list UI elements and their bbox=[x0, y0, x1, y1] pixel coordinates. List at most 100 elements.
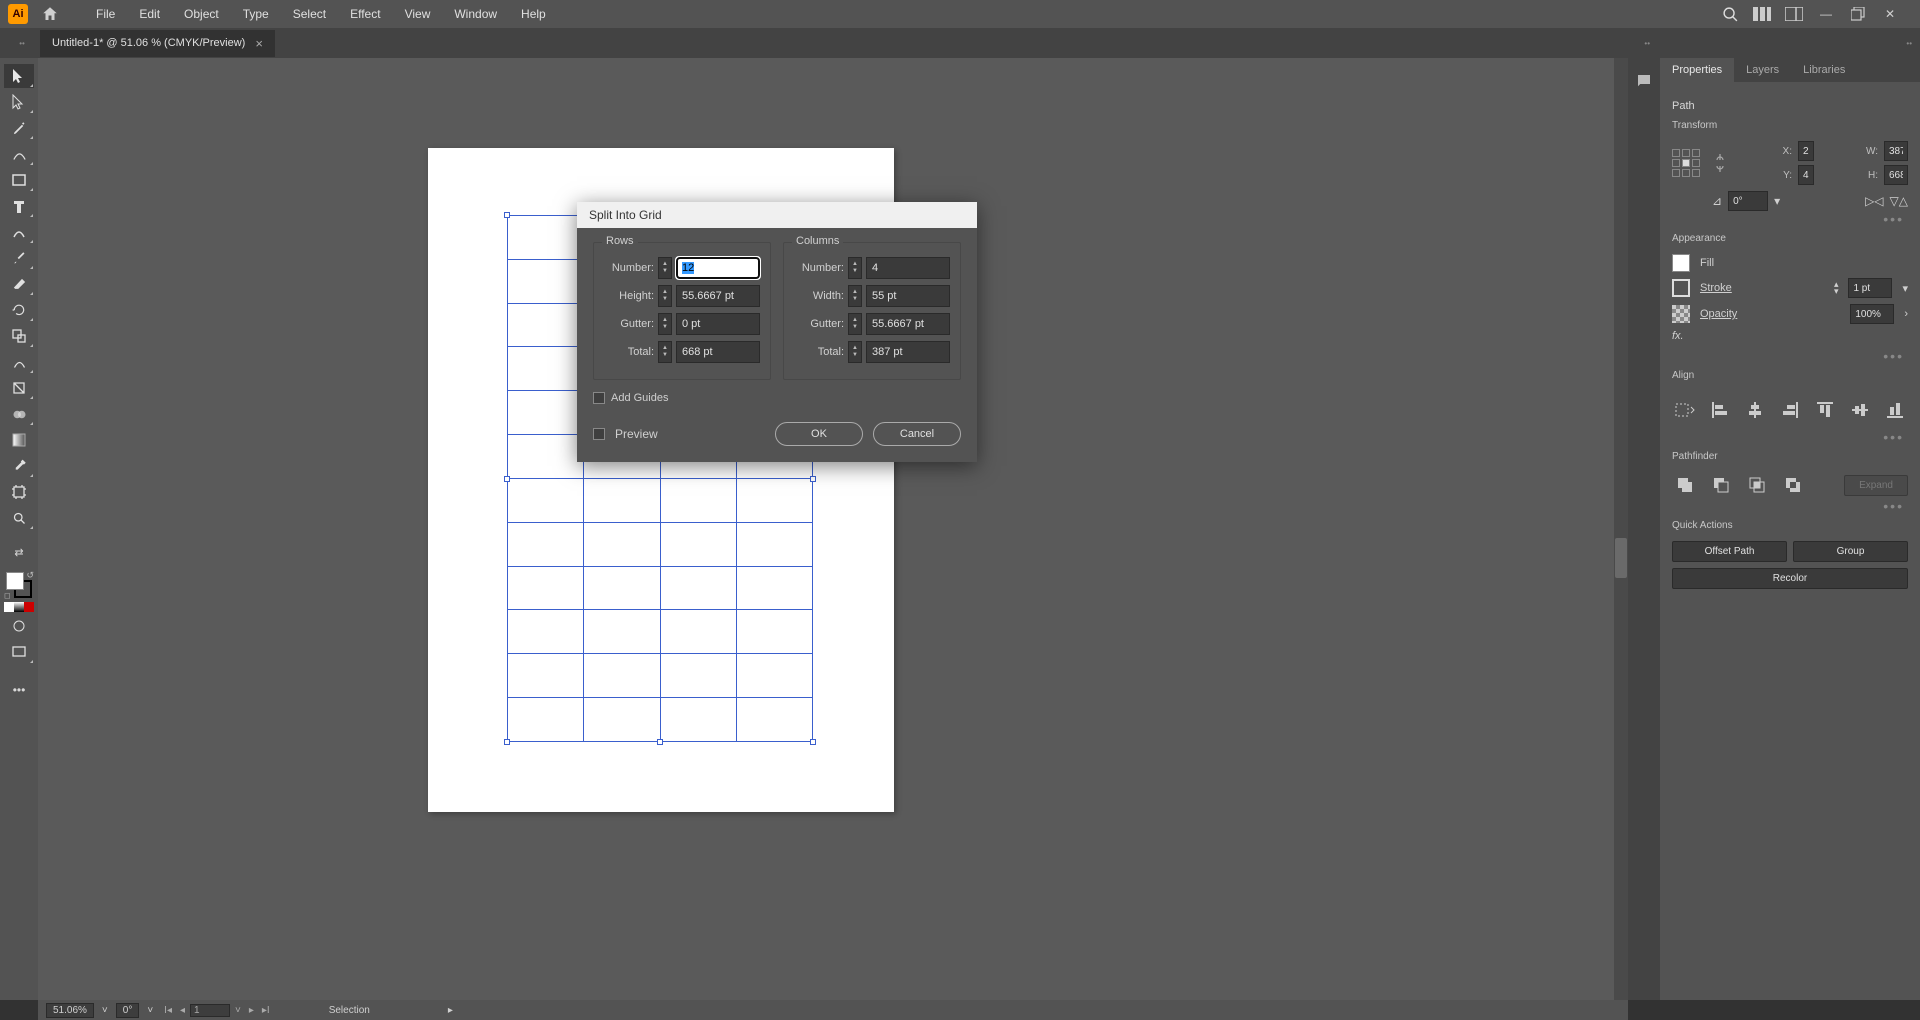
stroke-stepper[interactable]: ▴▾ bbox=[1834, 281, 1839, 295]
cols-number-input[interactable] bbox=[866, 257, 950, 279]
document-tab[interactable]: Untitled-1* @ 51.06 % (CMYK/Preview) × bbox=[40, 30, 275, 57]
rows-height-input[interactable] bbox=[676, 285, 760, 307]
tab-properties[interactable]: Properties bbox=[1660, 58, 1734, 82]
stroke-input[interactable] bbox=[1848, 278, 1892, 298]
offset-path-button[interactable]: Offset Path bbox=[1672, 541, 1787, 562]
eyedropper-tool[interactable] bbox=[4, 454, 34, 478]
rows-gutter-input[interactable] bbox=[676, 313, 760, 335]
menu-object[interactable]: Object bbox=[174, 3, 229, 25]
artboard-nav[interactable]: I◂◂1˅▸▸I bbox=[161, 1004, 273, 1017]
canvas[interactable] bbox=[38, 58, 1628, 1000]
w-input[interactable] bbox=[1884, 141, 1908, 161]
opacity-swatch[interactable] bbox=[1672, 305, 1690, 323]
type-tool[interactable] bbox=[4, 194, 34, 218]
cols-total-input[interactable] bbox=[866, 341, 950, 363]
arrange-icon[interactable] bbox=[1752, 4, 1772, 24]
menu-view[interactable]: View bbox=[395, 3, 441, 25]
workspace-icon[interactable] bbox=[1784, 4, 1804, 24]
opacity-more[interactable]: › bbox=[1904, 308, 1908, 320]
group-button[interactable]: Group bbox=[1793, 541, 1908, 562]
cancel-button[interactable]: Cancel bbox=[873, 422, 961, 446]
rows-gutter-stepper[interactable]: ▲▼ bbox=[658, 313, 672, 335]
pen-tool[interactable] bbox=[4, 116, 34, 140]
fill-stroke-control[interactable]: ↺ ◻ bbox=[4, 570, 34, 600]
align-more[interactable]: ••• bbox=[1672, 429, 1908, 445]
fx-button[interactable]: fx. bbox=[1672, 330, 1684, 342]
flip-v-icon[interactable]: ▽△ bbox=[1890, 194, 1908, 208]
transform-more[interactable]: ••• bbox=[1672, 211, 1908, 227]
rows-height-stepper[interactable]: ▲▼ bbox=[658, 285, 672, 307]
rotate-dropdown[interactable]: ˅ bbox=[147, 1005, 153, 1016]
zoom-tool[interactable] bbox=[4, 506, 34, 530]
menu-window[interactable]: Window bbox=[444, 3, 507, 25]
fill-swatch[interactable] bbox=[1672, 254, 1690, 272]
align-right-icon[interactable] bbox=[1777, 397, 1802, 423]
menu-effect[interactable]: Effect bbox=[340, 3, 390, 25]
curvature-tool[interactable] bbox=[4, 142, 34, 166]
stroke-swatch[interactable] bbox=[1672, 279, 1690, 297]
y-input[interactable] bbox=[1798, 165, 1814, 185]
align-top-icon[interactable] bbox=[1813, 397, 1838, 423]
align-to-dropdown[interactable] bbox=[1672, 397, 1697, 423]
selection-tool[interactable] bbox=[4, 64, 34, 88]
align-left-icon[interactable] bbox=[1707, 397, 1732, 423]
align-hcenter-icon[interactable] bbox=[1742, 397, 1767, 423]
minimize-icon[interactable]: — bbox=[1816, 4, 1836, 24]
mode-swap[interactable]: ⇄ bbox=[4, 540, 34, 564]
zoom-dropdown[interactable]: ˅ bbox=[102, 1005, 108, 1016]
restore-icon[interactable] bbox=[1848, 4, 1868, 24]
reference-point[interactable] bbox=[1672, 149, 1700, 177]
color-mode-strip[interactable] bbox=[4, 602, 34, 612]
rows-number-stepper[interactable]: ▲▼ bbox=[658, 257, 672, 279]
link-wh-icon[interactable] bbox=[1712, 152, 1728, 174]
zoom-field[interactable]: 51.06% bbox=[46, 1003, 94, 1018]
screen-mode[interactable] bbox=[4, 640, 34, 664]
stroke-profile[interactable]: ▾ bbox=[1902, 282, 1908, 295]
tab-libraries[interactable]: Libraries bbox=[1791, 58, 1857, 82]
x-input[interactable] bbox=[1798, 141, 1814, 161]
direct-selection-tool[interactable] bbox=[4, 90, 34, 114]
rows-number-input[interactable] bbox=[676, 257, 760, 279]
tab-layers[interactable]: Layers bbox=[1734, 58, 1791, 82]
tool-info-more[interactable]: ▸ bbox=[448, 1005, 453, 1016]
menu-file[interactable]: File bbox=[86, 3, 125, 25]
width-tool[interactable] bbox=[4, 350, 34, 374]
cols-width-stepper[interactable]: ▲▼ bbox=[848, 285, 862, 307]
artboard-tool[interactable] bbox=[4, 480, 34, 504]
free-transform-tool[interactable] bbox=[4, 376, 34, 400]
line-tool[interactable] bbox=[4, 220, 34, 244]
ok-button[interactable]: OK bbox=[775, 422, 863, 446]
preview-checkbox[interactable] bbox=[593, 428, 605, 440]
angle-input[interactable] bbox=[1728, 191, 1768, 211]
rows-total-input[interactable] bbox=[676, 341, 760, 363]
cols-gutter-input[interactable] bbox=[866, 313, 950, 335]
h-input[interactable] bbox=[1884, 165, 1908, 185]
rotate-field[interactable]: 0° bbox=[116, 1003, 140, 1018]
cols-total-stepper[interactable]: ▲▼ bbox=[848, 341, 862, 363]
eraser-tool[interactable] bbox=[4, 272, 34, 296]
recolor-button[interactable]: Recolor bbox=[1672, 568, 1908, 589]
rotate-tool[interactable] bbox=[4, 298, 34, 322]
paintbrush-tool[interactable] bbox=[4, 246, 34, 270]
expand-button[interactable]: Expand bbox=[1844, 475, 1908, 496]
panel-handle[interactable]: •• bbox=[1644, 39, 1650, 48]
vertical-scrollbar[interactable] bbox=[1614, 58, 1628, 1000]
align-bottom-icon[interactable] bbox=[1883, 397, 1908, 423]
angle-dropdown[interactable]: ▾ bbox=[1774, 194, 1780, 208]
align-vcenter-icon[interactable] bbox=[1848, 397, 1873, 423]
panel-handle-right[interactable]: •• bbox=[1906, 39, 1912, 48]
comments-icon[interactable] bbox=[1631, 68, 1657, 94]
opacity-label[interactable]: Opacity bbox=[1700, 308, 1737, 320]
gradient-tool[interactable] bbox=[4, 428, 34, 452]
stroke-label[interactable]: Stroke bbox=[1700, 282, 1732, 294]
home-icon[interactable] bbox=[36, 0, 64, 28]
pathfinder-more[interactable]: ••• bbox=[1672, 498, 1908, 514]
pathfinder-minus-icon[interactable] bbox=[1708, 472, 1734, 498]
menu-type[interactable]: Type bbox=[233, 3, 279, 25]
close-tab-icon[interactable]: × bbox=[255, 36, 263, 51]
menu-edit[interactable]: Edit bbox=[129, 3, 170, 25]
pathfinder-unite-icon[interactable] bbox=[1672, 472, 1698, 498]
flip-h-icon[interactable]: ▷◁ bbox=[1865, 194, 1883, 208]
pathfinder-intersect-icon[interactable] bbox=[1744, 472, 1770, 498]
cols-gutter-stepper[interactable]: ▲▼ bbox=[848, 313, 862, 335]
